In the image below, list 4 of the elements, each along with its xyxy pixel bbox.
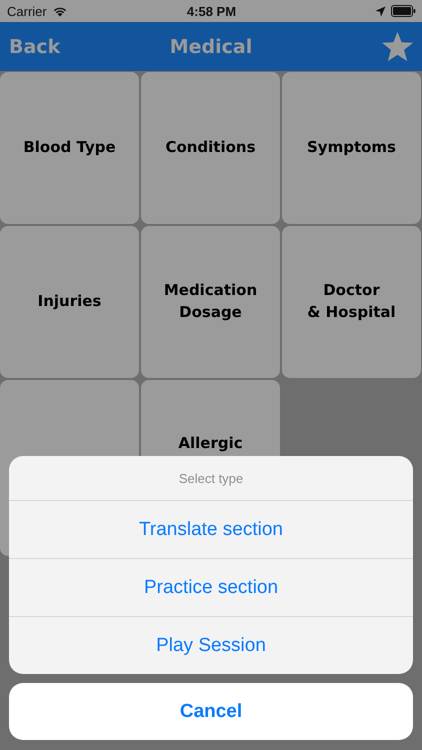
sheet-title: Select type	[9, 456, 413, 501]
carrier-label: Carrier	[7, 4, 47, 18]
clock-time: 4:58 PM	[186, 4, 236, 18]
screen-title: Medical	[170, 36, 252, 58]
